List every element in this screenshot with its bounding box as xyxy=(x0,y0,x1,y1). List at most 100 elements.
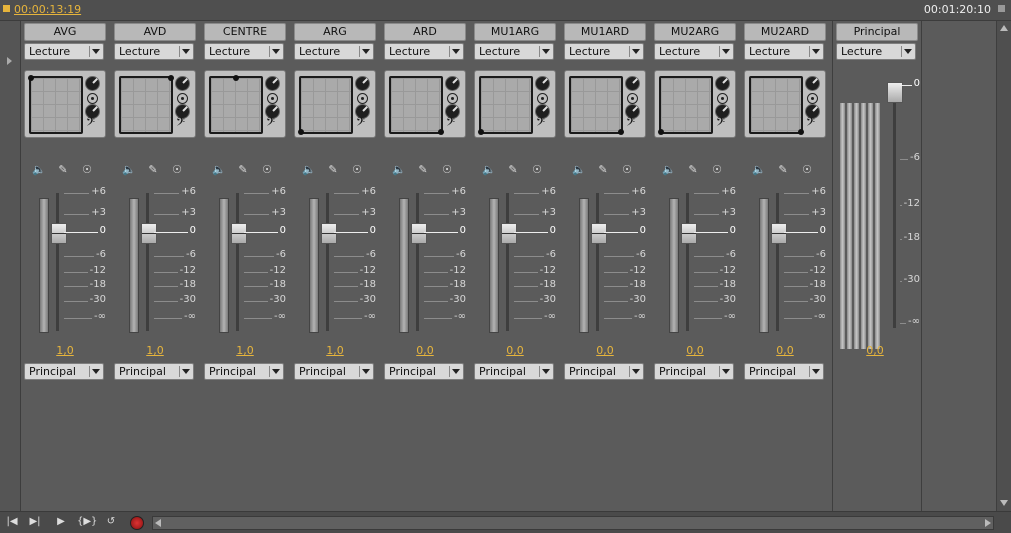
panner-field[interactable] xyxy=(479,76,533,134)
panner-field[interactable] xyxy=(749,76,803,134)
scroll-right-icon[interactable] xyxy=(985,519,991,527)
pencil-icon[interactable]: ✎ xyxy=(236,163,250,177)
track-name-button[interactable]: CENTRE xyxy=(204,23,286,41)
center-percent-knob-icon[interactable] xyxy=(805,76,820,91)
microphone-icon[interactable]: ☉ xyxy=(530,163,544,177)
output-dropdown[interactable]: Principal xyxy=(474,363,554,380)
panner-position-dot[interactable] xyxy=(478,129,484,135)
center-percent-knob-icon[interactable] xyxy=(625,76,640,91)
microphone-icon[interactable]: ☉ xyxy=(80,163,94,177)
speaker-icon[interactable]: 🔈 xyxy=(32,163,46,177)
speaker-icon[interactable]: 🔈 xyxy=(122,163,136,177)
panner-position-dot[interactable] xyxy=(438,129,444,135)
center-percent-knob-icon[interactable] xyxy=(265,76,280,91)
center-percent-knob-icon[interactable] xyxy=(535,76,550,91)
surround-panner[interactable]: 𝄢 xyxy=(294,70,376,138)
track-name-button[interactable]: ARG xyxy=(294,23,376,41)
output-dropdown[interactable]: Principal xyxy=(24,363,104,380)
panner-position-dot[interactable] xyxy=(658,129,664,135)
pencil-icon[interactable]: ✎ xyxy=(416,163,430,177)
automation-mode-dropdown[interactable]: Lecture xyxy=(204,43,284,60)
speaker-icon[interactable]: 🔈 xyxy=(392,163,406,177)
speaker-icon[interactable]: 🔈 xyxy=(752,163,766,177)
output-dropdown[interactable]: Principal xyxy=(294,363,374,380)
automation-mode-dropdown[interactable]: Lecture xyxy=(744,43,824,60)
speaker-icon[interactable]: 🔈 xyxy=(482,163,496,177)
speaker-icon[interactable]: 🔈 xyxy=(572,163,586,177)
volume-value[interactable]: 1,0 xyxy=(20,344,110,357)
panner-field[interactable] xyxy=(389,76,443,134)
scroll-down-icon[interactable] xyxy=(1000,500,1008,506)
go-to-in-icon[interactable]: |◀ xyxy=(4,515,20,529)
pencil-icon[interactable]: ✎ xyxy=(326,163,340,177)
expand-arrow-icon[interactable] xyxy=(7,57,12,65)
output-dropdown[interactable]: Principal xyxy=(654,363,734,380)
center-percent-knob-icon[interactable] xyxy=(175,76,190,91)
automation-mode-dropdown[interactable]: Lecture xyxy=(384,43,464,60)
automation-mode-dropdown[interactable]: Lecture xyxy=(654,43,734,60)
pencil-icon[interactable]: ✎ xyxy=(56,163,70,177)
center-percent-knob-icon[interactable] xyxy=(715,76,730,91)
microphone-icon[interactable]: ☉ xyxy=(170,163,184,177)
record-icon[interactable] xyxy=(130,516,144,530)
automation-mode-dropdown[interactable]: Lecture xyxy=(24,43,104,60)
track-name-button[interactable]: AVG xyxy=(24,23,106,41)
track-name-button[interactable]: MU2ARD xyxy=(744,23,826,41)
microphone-icon[interactable]: ☉ xyxy=(440,163,454,177)
pencil-icon[interactable]: ✎ xyxy=(506,163,520,177)
microphone-icon[interactable]: ☉ xyxy=(710,163,724,177)
current-timecode[interactable]: 00:00:13:19 xyxy=(14,3,81,16)
surround-panner[interactable]: 𝄢 xyxy=(384,70,466,138)
scroll-up-icon[interactable] xyxy=(1000,25,1008,31)
horizontal-scrollbar[interactable] xyxy=(152,516,994,530)
loop-icon[interactable]: ↺ xyxy=(103,515,119,529)
automation-mode-dropdown[interactable]: Lecture xyxy=(474,43,554,60)
output-dropdown[interactable]: Principal xyxy=(564,363,644,380)
panner-field[interactable] xyxy=(299,76,353,134)
track-name-button[interactable]: ARD xyxy=(384,23,466,41)
play-in-to-out-icon[interactable]: {▶} xyxy=(77,515,97,529)
panner-position-dot[interactable] xyxy=(28,75,34,81)
volume-value[interactable]: 0,0 xyxy=(470,344,560,357)
surround-panner[interactable]: 𝄢 xyxy=(24,70,106,138)
panner-position-dot[interactable] xyxy=(168,75,174,81)
speaker-icon[interactable]: 🔈 xyxy=(662,163,676,177)
center-percent-knob-icon[interactable] xyxy=(355,76,370,91)
panner-position-dot[interactable] xyxy=(618,129,624,135)
track-name-button[interactable]: MU2ARG xyxy=(654,23,736,41)
vertical-scrollbar[interactable] xyxy=(996,21,1011,511)
panner-position-dot[interactable] xyxy=(233,75,239,81)
speaker-icon[interactable]: 🔈 xyxy=(212,163,226,177)
output-dropdown[interactable]: Principal xyxy=(384,363,464,380)
master-track-name[interactable]: Principal xyxy=(836,23,918,41)
pencil-icon[interactable]: ✎ xyxy=(776,163,790,177)
pencil-icon[interactable]: ✎ xyxy=(596,163,610,177)
volume-value[interactable]: 0,0 xyxy=(560,344,650,357)
automation-mode-dropdown[interactable]: Lecture xyxy=(114,43,194,60)
pencil-icon[interactable]: ✎ xyxy=(686,163,700,177)
panner-field[interactable] xyxy=(569,76,623,134)
panner-field[interactable] xyxy=(659,76,713,134)
volume-value[interactable]: 0,0 xyxy=(650,344,740,357)
go-to-out-icon[interactable]: ▶| xyxy=(27,515,43,529)
panner-field[interactable] xyxy=(209,76,263,134)
panner-position-dot[interactable] xyxy=(798,129,804,135)
output-dropdown[interactable]: Principal xyxy=(744,363,824,380)
center-percent-knob-icon[interactable] xyxy=(445,76,460,91)
surround-panner[interactable]: 𝄢 xyxy=(564,70,646,138)
volume-value[interactable]: 0,0 xyxy=(740,344,830,357)
speaker-icon[interactable]: 🔈 xyxy=(302,163,316,177)
panner-field[interactable] xyxy=(29,76,83,134)
track-name-button[interactable]: MU1ARG xyxy=(474,23,556,41)
play-icon[interactable]: ▶ xyxy=(53,515,69,529)
pencil-icon[interactable]: ✎ xyxy=(146,163,160,177)
automation-mode-dropdown[interactable]: Lecture xyxy=(294,43,374,60)
center-percent-knob-icon[interactable] xyxy=(85,76,100,91)
panner-position-dot[interactable] xyxy=(298,129,304,135)
automation-mode-dropdown[interactable]: Lecture xyxy=(564,43,644,60)
microphone-icon[interactable]: ☉ xyxy=(350,163,364,177)
surround-panner[interactable]: 𝄢 xyxy=(114,70,196,138)
scroll-left-icon[interactable] xyxy=(155,519,161,527)
surround-panner[interactable]: 𝄢 xyxy=(474,70,556,138)
output-dropdown[interactable]: Principal xyxy=(114,363,194,380)
